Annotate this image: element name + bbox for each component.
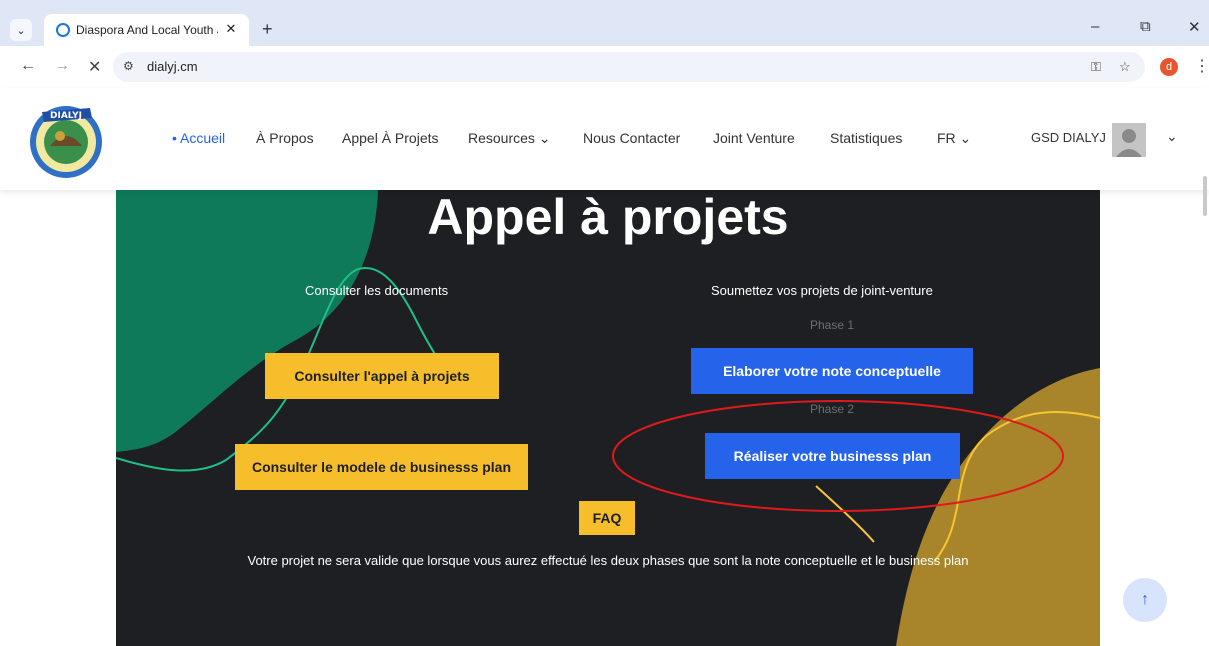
hero-section: Appel à projets Consulter les documents … bbox=[116, 190, 1100, 646]
browser-tab[interactable]: Diaspora And Local Youth Joint ✕ bbox=[44, 14, 249, 46]
user-menu-chevron-icon[interactable]: ⌄ bbox=[1166, 128, 1178, 145]
consult-call-button[interactable]: Consulter l'appel à projets bbox=[265, 353, 499, 399]
svg-text:DIALYJ: DIALYJ bbox=[50, 111, 82, 121]
dialyj-logo[interactable]: DIALYJ bbox=[20, 98, 112, 180]
forward-arrow-icon[interactable]: → bbox=[54, 57, 70, 75]
concept-note-button[interactable]: Elaborer votre note conceptuelle bbox=[691, 348, 973, 394]
address-bar[interactable]: ⚙ dialyj.cm ⚿ ☆ bbox=[113, 52, 1145, 82]
site-header: DIALYJ • Accueil À Propos Appel À Projet… bbox=[0, 88, 1209, 190]
documents-heading: Consulter les documents bbox=[305, 283, 449, 298]
page-title: Appel à projets bbox=[427, 190, 789, 245]
stop-loading-icon[interactable]: ✕ bbox=[88, 57, 101, 77]
nav-appel-a-projets[interactable]: Appel À Projets bbox=[342, 130, 439, 146]
restore-icon[interactable]: ⧉ bbox=[1140, 18, 1151, 35]
browser-toolbar: ← → ✕ ⚙ dialyj.cm ⚿ ☆ d ⋮ bbox=[0, 46, 1209, 89]
password-key-icon[interactable]: ⚿ bbox=[1091, 59, 1101, 75]
new-tab-icon[interactable]: + bbox=[262, 20, 273, 38]
window-close-icon[interactable]: ✕ bbox=[1188, 18, 1201, 36]
business-plan-button[interactable]: Réaliser votre businesss plan bbox=[705, 433, 960, 479]
tab-list-chevron-icon[interactable]: ⌄ bbox=[10, 19, 32, 41]
profile-avatar[interactable]: d bbox=[1160, 58, 1178, 76]
nav-statistiques[interactable]: Statistiques bbox=[830, 130, 902, 146]
validation-note: Votre projet ne sera valide que lorsque … bbox=[247, 553, 969, 568]
scroll-to-top-button[interactable]: ↑ bbox=[1123, 578, 1167, 622]
nav-language[interactable]: FR ⌄ bbox=[937, 130, 971, 147]
tab-title: Diaspora And Local Youth Joint bbox=[76, 23, 218, 37]
back-arrow-icon[interactable]: ← bbox=[20, 57, 36, 75]
browser-tab-bar: ⌄ Diaspora And Local Youth Joint ✕ + – ⧉… bbox=[0, 0, 1209, 46]
nav-nous-contacter[interactable]: Nous Contacter bbox=[583, 130, 680, 146]
page-scrollbar[interactable] bbox=[1203, 176, 1207, 216]
nav-resources[interactable]: Resources ⌄ bbox=[468, 130, 551, 147]
hero-background-shapes bbox=[116, 190, 1100, 646]
nav-accueil[interactable]: • Accueil bbox=[172, 130, 225, 146]
url-text: dialyj.cm bbox=[147, 59, 198, 74]
nav-joint-venture[interactable]: Joint Venture bbox=[713, 130, 795, 146]
site-info-icon[interactable]: ⚙ bbox=[123, 59, 134, 73]
bookmark-star-icon[interactable]: ☆ bbox=[1119, 59, 1131, 75]
site-favicon-icon bbox=[56, 23, 70, 37]
user-name[interactable]: GSD DIALYJ bbox=[1031, 130, 1106, 145]
submit-heading: Soumettez vos projets de joint-venture bbox=[711, 283, 933, 298]
browser-menu-icon[interactable]: ⋮ bbox=[1194, 56, 1209, 76]
gold-blob bbox=[896, 368, 1100, 646]
minimize-icon[interactable]: – bbox=[1091, 18, 1099, 35]
phase1-label: Phase 1 bbox=[810, 318, 855, 332]
nav-a-propos[interactable]: À Propos bbox=[256, 130, 314, 146]
phase2-label: Phase 2 bbox=[810, 402, 855, 416]
tab-close-icon[interactable]: ✕ bbox=[221, 19, 241, 39]
consult-business-plan-template-button[interactable]: Consulter le modele de businesss plan bbox=[235, 444, 528, 490]
user-avatar[interactable] bbox=[1112, 123, 1146, 157]
faq-button[interactable]: FAQ bbox=[579, 501, 635, 535]
